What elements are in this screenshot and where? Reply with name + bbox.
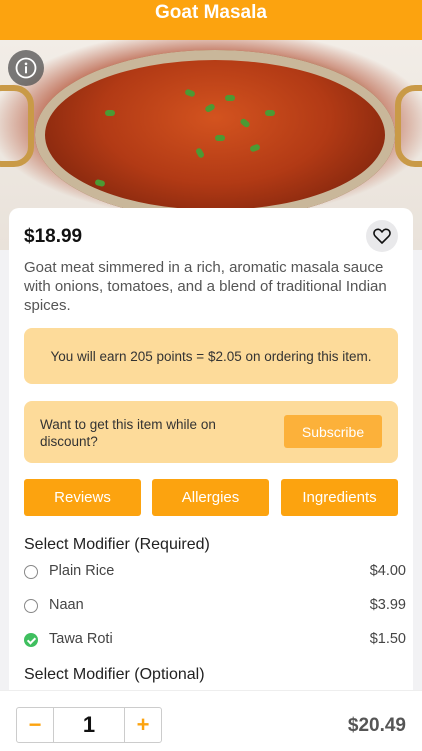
modifier-price: $3.99: [369, 597, 406, 613]
modifier-name: Naan: [49, 597, 84, 613]
curry-bowl: [35, 50, 395, 220]
quantity-value: 1: [53, 708, 125, 742]
modifier-option[interactable]: Tawa Roti $1.50: [24, 631, 406, 653]
bowl-handle-right: [395, 85, 422, 167]
info-tabs: Reviews Allergies Ingredients: [24, 479, 398, 516]
item-description: Goat meat simmered in a rich, aromatic m…: [24, 259, 387, 314]
required-modifier-title: Select Modifier (Required): [24, 536, 210, 553]
heart-icon: [373, 228, 391, 244]
modifier-price: $1.50: [369, 631, 406, 647]
page-title: Goat Masala: [0, 0, 422, 40]
quantity-stepper: − 1 +: [16, 707, 162, 743]
info-icon: [15, 57, 37, 79]
bowl-handle-left: [0, 85, 34, 167]
radio-unchecked-icon[interactable]: [24, 565, 38, 579]
item-price: $18.99: [24, 226, 83, 247]
radio-unchecked-icon[interactable]: [24, 599, 38, 613]
tab-allergies[interactable]: Allergies: [152, 479, 269, 516]
cart-bar: − 1 + $20.49: [0, 690, 422, 751]
modifier-option[interactable]: Naan $3.99: [24, 597, 406, 619]
decrease-quantity-button[interactable]: −: [17, 708, 53, 742]
modifier-name: Tawa Roti: [49, 631, 113, 647]
tab-ingredients[interactable]: Ingredients: [281, 479, 398, 516]
subscribe-text: Want to get this item while on discount?: [40, 417, 216, 449]
loyalty-points-banner: You will earn 205 points = $2.05 on orde…: [24, 328, 398, 384]
tab-reviews[interactable]: Reviews: [24, 479, 141, 516]
subscribe-button[interactable]: Subscribe: [284, 415, 382, 448]
info-button[interactable]: [8, 50, 44, 86]
loyalty-points-text: You will earn 205 points = $2.05 on orde…: [50, 348, 372, 364]
modifier-price: $4.00: [369, 563, 406, 579]
increase-quantity-button[interactable]: +: [125, 708, 161, 742]
subscribe-banner: Want to get this item while on discount?…: [24, 401, 398, 463]
favorite-button[interactable]: [366, 220, 398, 252]
optional-modifier-title: Select Modifier (Optional): [24, 666, 205, 683]
modifier-name: Plain Rice: [49, 563, 115, 579]
item-details-card: $18.99 Goat meat simmered in a rich, aro…: [9, 208, 413, 690]
order-total: $20.49: [347, 715, 406, 736]
check-circle-icon[interactable]: [24, 633, 38, 647]
modifier-option[interactable]: Plain Rice $4.00: [24, 563, 406, 585]
